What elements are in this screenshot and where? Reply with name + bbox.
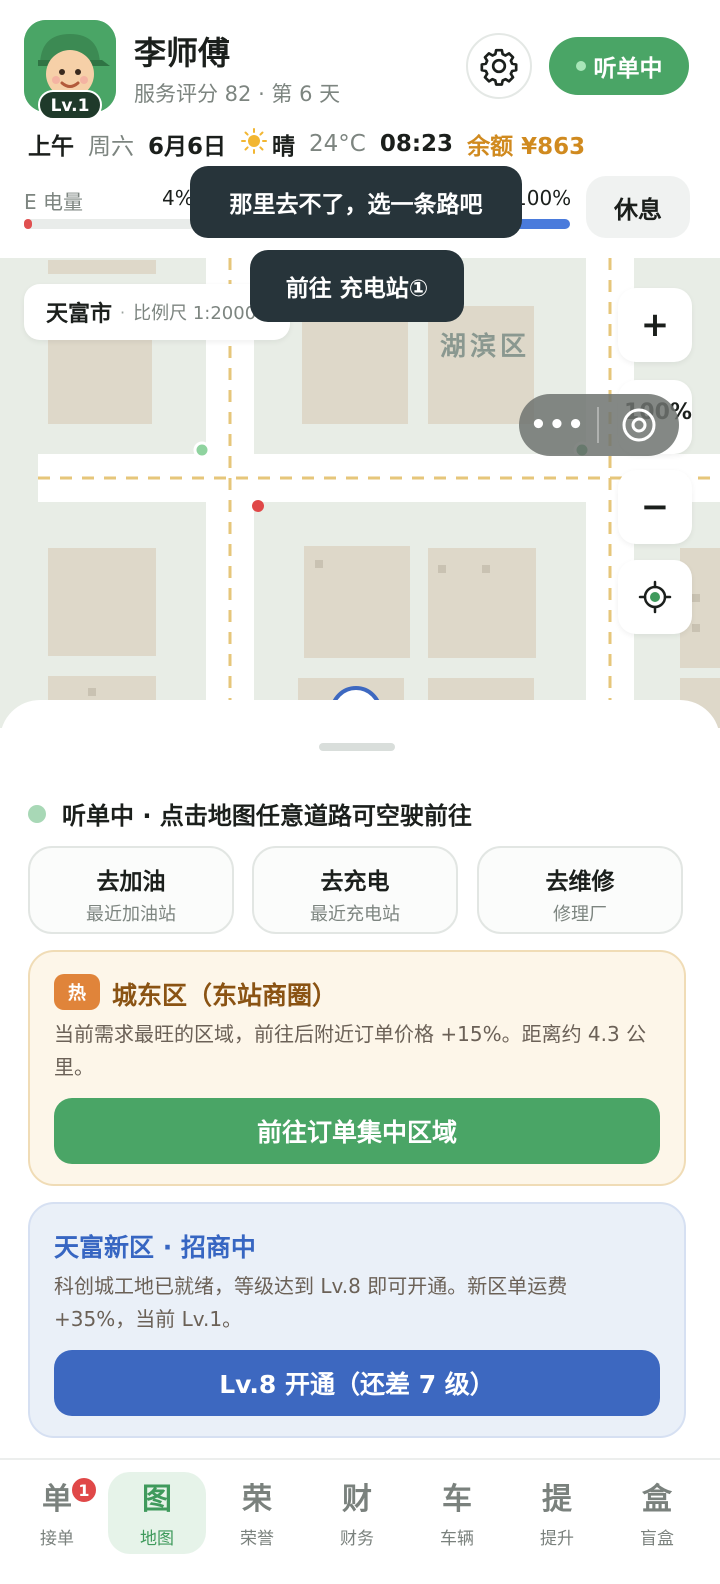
settings-button[interactable] (466, 33, 532, 99)
energy-bar-fill (24, 219, 32, 229)
tab-label: 地图 (140, 1529, 174, 1549)
locate-button[interactable] (618, 560, 692, 634)
tab-label: 财务 (340, 1529, 374, 1549)
date: 6月6日 (148, 134, 227, 160)
energy-percent: 4% (162, 186, 194, 210)
tab-blindbox[interactable]: 盒 盲盒 (608, 1472, 706, 1554)
chip-separator: · (120, 302, 126, 322)
go-charge-button[interactable]: 去充电 最近充电站 (252, 846, 458, 934)
condition-percent: 100% (514, 186, 572, 210)
tab-label: 盲盒 (640, 1529, 674, 1549)
go-hot-zone-button[interactable]: 前往订单集中区域 (54, 1098, 660, 1164)
map-icon: 图 (142, 1482, 172, 1517)
status-dot-icon (28, 804, 46, 823)
clock-time: 08:23 (379, 131, 454, 157)
more-options-icon[interactable]: ••• (519, 410, 597, 440)
quick-action-title: 去加油 (96, 869, 166, 895)
tab-finance[interactable]: 财 财务 (308, 1472, 406, 1554)
upgrade-icon: 提 (542, 1482, 572, 1517)
tab-map[interactable]: 图 地图 (108, 1472, 206, 1554)
tab-label: 提升 (540, 1529, 574, 1549)
driver-name: 李师傅 (134, 34, 231, 72)
level-badge: Lv.1 (38, 90, 102, 120)
info-row: 上午 周六 6月6日 晴 24°C 08:23 余额 ¥863 (28, 128, 599, 160)
vehicle-location-marker (252, 500, 264, 512)
blindbox-icon: 盒 (642, 1482, 672, 1517)
online-dot-icon (575, 61, 586, 71)
time-of-day: 上午 (28, 134, 74, 160)
sheet-status: 听单中 · 点击地图任意道路可空驶前往 (28, 796, 472, 831)
driver-subline: 服务评分 82 · 第 6 天 (134, 82, 341, 106)
balance: 余额 ¥863 (467, 134, 586, 160)
energy-bar-track (24, 219, 204, 229)
zoom-out-button[interactable]: − (618, 470, 692, 544)
tab-label: 荣誉 (240, 1529, 274, 1549)
map-scale: 比例尺 1:20000 (133, 303, 268, 324)
city-name: 天富市 (46, 302, 113, 327)
go-refuel-button[interactable]: 去加油 最近加油站 (28, 846, 234, 934)
tab-honors[interactable]: 荣 荣誉 (208, 1472, 306, 1554)
listening-status-toggle[interactable]: 听单中 (549, 37, 689, 95)
district-label: 湖滨区 (440, 332, 531, 362)
tab-label: 车辆 (440, 1529, 474, 1549)
crosshair-icon (638, 580, 672, 614)
gear-icon (480, 48, 518, 86)
quick-action-title: 去充电 (320, 869, 390, 895)
heading-toast: 前往 充电站① (250, 250, 464, 322)
tab-vehicle[interactable]: 车 车辆 (408, 1472, 506, 1554)
sheet-status-text: 听单中 · 点击地图任意道路可空驶前往 (62, 802, 472, 830)
weekday: 周六 (88, 134, 134, 160)
sun-icon (240, 127, 268, 161)
quick-action-sub: 最近加油站 (86, 904, 176, 925)
weather: 晴 (272, 134, 296, 160)
rest-button[interactable]: 休息 (586, 176, 690, 238)
energy-label: E 电量 (24, 190, 83, 214)
tab-upgrade[interactable]: 提 提升 (508, 1472, 606, 1554)
close-capsule-button[interactable] (599, 406, 679, 444)
temperature: 24°C (309, 131, 366, 157)
finance-icon: 财 (342, 1482, 372, 1517)
close-circle-icon (622, 408, 656, 442)
hot-tag: 热 (54, 974, 100, 1010)
quick-action-sub: 最近充电站 (310, 904, 400, 925)
waypoint-marker[interactable] (193, 441, 211, 459)
sheet-drag-handle[interactable] (319, 743, 395, 751)
hot-zone-title: 城东区（东站商圈） (112, 981, 338, 1010)
honors-icon: 荣 (242, 1482, 272, 1517)
hot-zone-description: 当前需求最旺的区域，前往后附近订单价格 +15%。距离约 4.3 公里。 (54, 1022, 647, 1079)
quick-action-title: 去维修 (545, 869, 615, 895)
unlock-district-button[interactable]: Lv.8 开通（还差 7 级） (54, 1350, 660, 1416)
route-warning-toast: 那里去不了，选一条路吧 (190, 166, 522, 238)
listening-status-label: 听单中 (593, 56, 663, 82)
mini-program-capsule: ••• (519, 394, 679, 456)
new-district-description: 科创城工地已就绪，等级达到 Lv.8 即可开通。新区单运费 +35%，当前 Lv… (54, 1274, 568, 1331)
zoom-in-button[interactable]: + (618, 288, 692, 362)
go-repair-button[interactable]: 去维修 修理厂 (477, 846, 683, 934)
quick-action-sub: 修理厂 (553, 904, 607, 925)
tab-label: 接单 (40, 1529, 74, 1549)
vehicle-icon: 车 (442, 1482, 472, 1517)
new-district-title: 天富新区 · 招商中 (54, 1233, 256, 1262)
orders-badge: 1 (70, 1476, 98, 1504)
